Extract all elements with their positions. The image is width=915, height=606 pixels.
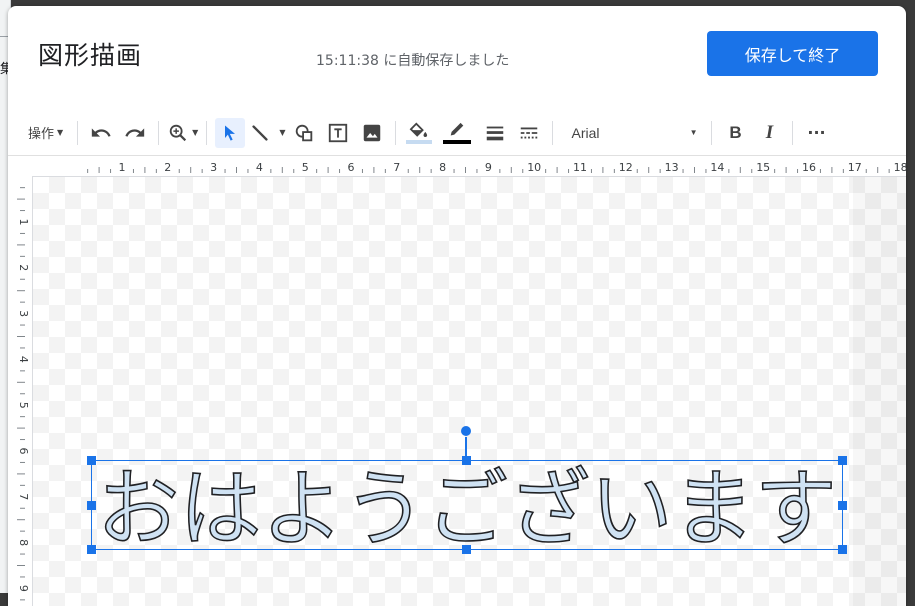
drawing-canvas[interactable]: おはようございます bbox=[33, 177, 906, 606]
ruler-label: 5 bbox=[302, 161, 309, 174]
wordart-text: おはようございます bbox=[97, 460, 837, 550]
ruler-label: 16 bbox=[802, 161, 816, 174]
ruler-label: 10 bbox=[527, 161, 541, 174]
resize-handle-bottom-left[interactable] bbox=[87, 545, 96, 554]
ruler-label: 8 bbox=[439, 161, 446, 174]
line-tool-button[interactable]: ▼ bbox=[249, 118, 285, 148]
ruler-label: 9 bbox=[485, 161, 492, 174]
toolbar-separator bbox=[711, 120, 713, 145]
select-tool-button[interactable] bbox=[215, 117, 246, 148]
resize-handle-left[interactable] bbox=[87, 501, 96, 510]
save-and-close-button[interactable]: 保存して終了 bbox=[707, 31, 878, 76]
line-color-swatch bbox=[443, 139, 472, 144]
ruler-label: 8 bbox=[17, 539, 30, 546]
font-family-select[interactable]: Arial ▼ bbox=[561, 118, 703, 148]
fill-color-icon bbox=[410, 122, 428, 137]
autosave-status: 15:11:38 に自動保存しました bbox=[316, 53, 510, 69]
toolbar-separator bbox=[792, 120, 794, 145]
ruler-label: 1 bbox=[119, 161, 126, 174]
resize-handle-top-left[interactable] bbox=[87, 456, 96, 465]
select-icon bbox=[225, 125, 236, 141]
ruler-label: 4 bbox=[17, 356, 30, 363]
drawing-dialog: 図形描画 15:11:38 に自動保存しました 保存して終了 操作▼ ▼ ▼ bbox=[8, 6, 906, 606]
ruler-label: 4 bbox=[256, 161, 263, 174]
textbox-tool-button[interactable] bbox=[323, 118, 353, 148]
undo-button[interactable] bbox=[86, 118, 116, 148]
line-dash-icon bbox=[521, 127, 538, 138]
line-dash-button[interactable] bbox=[514, 118, 544, 148]
horizontal-ruler: 12345678910111213141516171819 bbox=[32, 158, 906, 177]
dialog-header: 図形描画 15:11:38 に自動保存しました 保存して終了 bbox=[8, 6, 906, 104]
vertical-ruler: 1 2 3 4 5 6 7 8 9 bbox=[8, 176, 33, 606]
ruler-label: 18 bbox=[894, 161, 906, 174]
more-options-button[interactable]: ··· bbox=[801, 118, 831, 148]
zoom-button[interactable]: ▼ bbox=[167, 118, 198, 148]
line-icon bbox=[252, 124, 268, 141]
ruler-label: 1 bbox=[17, 219, 30, 226]
caret-down-icon: ▼ bbox=[689, 128, 698, 137]
fill-color-button[interactable] bbox=[404, 118, 434, 148]
line-color-icon bbox=[451, 122, 464, 135]
ruler-label: 13 bbox=[665, 161, 679, 174]
zoom-icon bbox=[169, 124, 187, 141]
resize-handle-right[interactable] bbox=[838, 501, 847, 510]
image-icon bbox=[364, 124, 381, 141]
ruler-label: 11 bbox=[573, 161, 587, 174]
line-color-button[interactable] bbox=[442, 118, 472, 148]
fill-color-swatch bbox=[406, 139, 433, 144]
ruler-label: 6 bbox=[348, 161, 355, 174]
shape-icon bbox=[296, 124, 313, 141]
undo-icon bbox=[92, 127, 111, 137]
redo-button[interactable] bbox=[120, 118, 150, 148]
toolbar-separator bbox=[158, 120, 160, 145]
line-weight-icon bbox=[487, 126, 504, 140]
ruler-label: 12 bbox=[619, 161, 633, 174]
resize-handle-top-right[interactable] bbox=[838, 456, 847, 465]
resize-handle-top[interactable] bbox=[462, 456, 471, 465]
ruler-label: 6 bbox=[17, 448, 30, 455]
textbox-icon bbox=[329, 123, 348, 142]
italic-button[interactable]: I bbox=[754, 118, 784, 148]
caret-down-icon: ▼ bbox=[57, 128, 64, 137]
drawing-toolbar: 操作 ▼ ▼ ▼ Arial ▼ B I ··· bbox=[8, 110, 906, 156]
actions-menu[interactable]: 操作 ▼ bbox=[22, 118, 69, 148]
dialog-title: 図形描画 bbox=[38, 41, 143, 70]
ruler-label: 17 bbox=[848, 161, 862, 174]
bold-button[interactable]: B bbox=[720, 118, 750, 148]
ruler-label: 15 bbox=[756, 161, 770, 174]
toolbar-separator bbox=[206, 120, 208, 145]
ruler-label: 9 bbox=[17, 585, 30, 592]
ruler-label: 14 bbox=[710, 161, 724, 174]
canvas-page-edge bbox=[853, 177, 906, 606]
wordart-shape[interactable]: おはようございます bbox=[91, 460, 843, 550]
toolbar-separator bbox=[552, 120, 554, 145]
caret-down-icon: ▼ bbox=[279, 128, 286, 137]
resize-handle-bottom-right[interactable] bbox=[838, 545, 847, 554]
image-tool-button[interactable] bbox=[357, 118, 387, 148]
ruler-label: 2 bbox=[164, 161, 171, 174]
ruler-label: 7 bbox=[393, 161, 400, 174]
line-weight-button[interactable] bbox=[480, 118, 510, 148]
ruler-corner bbox=[8, 158, 33, 177]
resize-handle-bottom[interactable] bbox=[462, 545, 471, 554]
toolbar-separator bbox=[395, 120, 397, 145]
caret-down-icon: ▼ bbox=[192, 128, 199, 137]
actions-menu-label: 操作 bbox=[28, 127, 55, 142]
redo-icon bbox=[125, 127, 145, 137]
ruler-label: 3 bbox=[17, 310, 30, 317]
ruler-label: 3 bbox=[210, 161, 217, 174]
ruler-label: 7 bbox=[17, 493, 30, 500]
ruler-label: 5 bbox=[17, 402, 30, 409]
rotate-handle[interactable] bbox=[461, 426, 471, 436]
shape-tool-button[interactable] bbox=[289, 118, 319, 148]
ruler-label: 2 bbox=[17, 264, 30, 271]
toolbar-separator bbox=[77, 120, 79, 145]
font-family-value: Arial bbox=[571, 124, 600, 141]
